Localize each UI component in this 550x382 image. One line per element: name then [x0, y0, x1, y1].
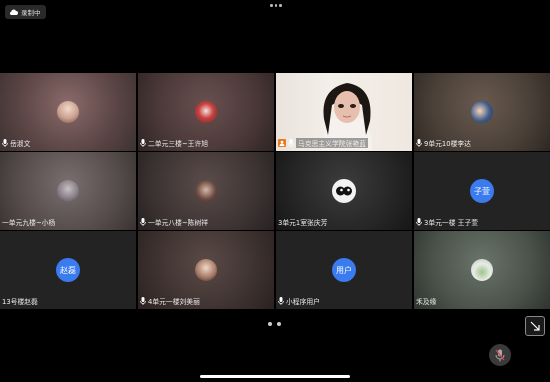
video-tile[interactable]: 一单元九楼~小杨: [0, 152, 136, 230]
video-tile[interactable]: 9单元10楼李达: [414, 73, 550, 151]
shrink-icon: [530, 321, 540, 331]
avatar: [195, 101, 217, 123]
participant-label: 3单元一楼 王子萱: [416, 217, 478, 227]
participant-name: 3单元一楼 王子萱: [424, 219, 479, 227]
video-tile[interactable]: 4单元一楼刘美丽: [138, 231, 274, 309]
page-indicator[interactable]: [268, 322, 281, 326]
participant-label: 3单元1室张庆芳: [278, 217, 327, 227]
recording-label: 录制中: [21, 9, 41, 17]
video-tile[interactable]: 二单元三楼~王许旭: [138, 73, 274, 151]
participant-label: 小程序用户: [278, 296, 320, 306]
mic-icon: [140, 297, 146, 305]
mic-icon: [140, 218, 146, 226]
home-indicator[interactable]: [200, 375, 350, 378]
avatar: [195, 180, 217, 202]
participant-label: 9单元10楼李达: [416, 138, 471, 148]
video-tile-active-speaker[interactable]: 用户 小程序用户: [276, 231, 412, 309]
mic-icon: [140, 139, 146, 147]
video-tile[interactable]: 岳淑文: [0, 73, 136, 151]
participant-label: 岳淑文: [2, 138, 30, 148]
avatar: [471, 259, 493, 281]
avatar: [57, 180, 79, 202]
avatar: 子萱: [470, 179, 494, 203]
participant-name: 二单元三楼~王许旭: [148, 140, 209, 148]
avatar: 用户: [332, 258, 356, 282]
participant-label: 马克思主义学院张艳蓝: [278, 138, 368, 148]
participant-name: 13号楼赵磊: [2, 298, 38, 306]
mic-icon: [288, 139, 294, 147]
mic-icon: [416, 218, 422, 226]
participant-name: 4单元一楼刘美丽: [148, 298, 200, 306]
host-icon: [278, 139, 286, 147]
mic-icon: [2, 139, 8, 147]
mic-off-icon: [495, 349, 505, 361]
more-options-icon[interactable]: [270, 4, 283, 8]
participant-name: 一单元八楼~陈树祥: [148, 219, 209, 227]
video-tile[interactable]: 3单元1室张庆芳: [276, 152, 412, 230]
participant-name: 9单元10楼李达: [424, 140, 471, 148]
participant-name: 马克思主义学院张艳蓝: [296, 138, 368, 148]
avatar: [195, 259, 217, 281]
participant-name: 禾及缘: [416, 298, 437, 306]
video-tile[interactable]: 一单元八楼~陈树祥: [138, 152, 274, 230]
video-tile[interactable]: 赵磊 13号楼赵磊: [0, 231, 136, 309]
cloud-icon: [9, 9, 18, 15]
avatar: [332, 179, 356, 203]
video-tile[interactable]: 禾及缘: [414, 231, 550, 309]
participant-label: 4单元一楼刘美丽: [140, 296, 200, 306]
minimize-button[interactable]: [525, 316, 545, 336]
participant-name: 小程序用户: [286, 298, 320, 306]
participant-name: 岳淑文: [10, 140, 31, 148]
participant-label: 二单元三楼~王许旭: [140, 138, 208, 148]
video-grid: 岳淑文 二单元三楼~王许旭 马克思主义学院张艳蓝 9单元10楼李达 一单元九楼~…: [0, 73, 550, 309]
video-tile[interactable]: 子萱 3单元一楼 王子萱: [414, 152, 550, 230]
participant-label: 一单元九楼~小杨: [2, 217, 55, 227]
avatar: [471, 101, 493, 123]
avatar: [57, 101, 79, 123]
participant-name: 3单元1室张庆芳: [278, 219, 328, 227]
participant-label: 13号楼赵磊: [2, 296, 38, 306]
avatar: 赵磊: [56, 258, 80, 282]
participant-label: 一单元八楼~陈树祥: [140, 217, 208, 227]
mic-icon: [278, 297, 284, 305]
mic-icon: [416, 139, 422, 147]
mute-button[interactable]: [489, 344, 511, 366]
video-tile-live[interactable]: 马克思主义学院张艳蓝: [276, 73, 412, 151]
participant-name: 一单元九楼~小杨: [2, 219, 56, 227]
participant-label: 禾及缘: [416, 296, 436, 306]
recording-badge: 录制中: [5, 5, 46, 19]
